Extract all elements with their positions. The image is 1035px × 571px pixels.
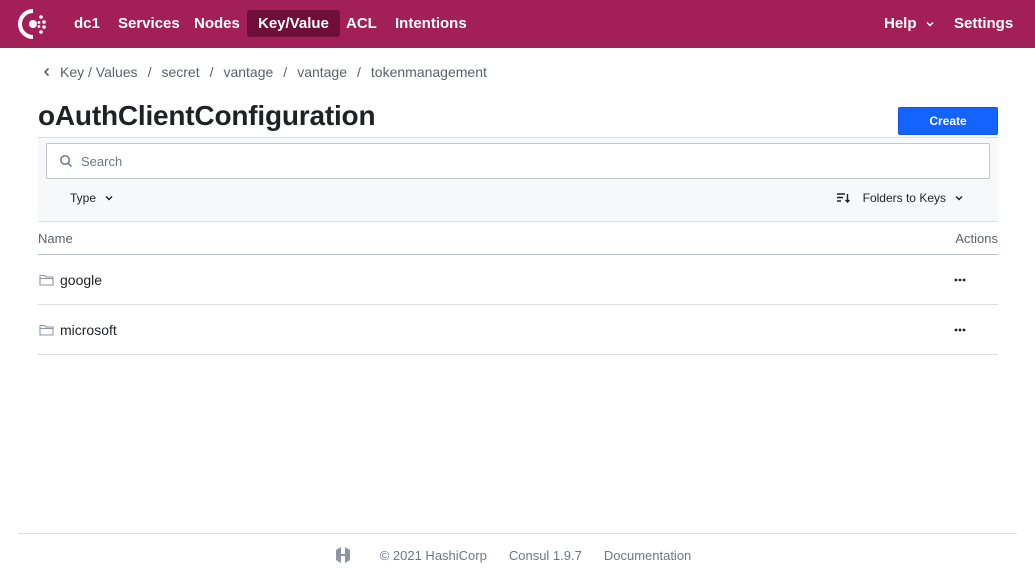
top-navigation: dc1 Services Nodes Key/Value ACL Intenti… — [0, 0, 1035, 48]
breadcrumb-vantage[interactable]: vantage — [223, 64, 273, 80]
search-box — [46, 143, 990, 179]
row-name[interactable]: microsoft — [60, 322, 117, 338]
breadcrumb-vantage-2[interactable]: vantage — [297, 64, 347, 80]
filter-bar: Type Folders to Keys — [38, 137, 998, 221]
datacenter-selector[interactable]: dc1 — [63, 10, 111, 37]
breadcrumb-tokenmanagement[interactable]: tokenmanagement — [371, 64, 487, 80]
more-actions-icon[interactable] — [948, 270, 972, 290]
hashicorp-logo-icon[interactable] — [333, 545, 353, 565]
breadcrumb-separator: / — [283, 64, 288, 80]
search-icon — [60, 155, 73, 168]
kv-table: Name Actions google microsoft — [38, 221, 998, 355]
breadcrumb-separator: / — [147, 64, 152, 80]
breadcrumb-secret[interactable]: secret — [161, 64, 199, 80]
more-actions-icon[interactable] — [948, 320, 972, 340]
footer-divider — [18, 533, 1017, 534]
nav-help-label: Help — [884, 15, 917, 32]
folder-icon — [39, 274, 54, 286]
nav-settings[interactable]: Settings — [943, 10, 1024, 37]
footer-copyright: © 2021 HashiCorp — [379, 547, 487, 563]
chevron-down-icon — [925, 21, 934, 27]
sort-icon — [836, 193, 850, 203]
breadcrumb-separator: / — [209, 64, 214, 80]
footer-documentation-link[interactable]: Documentation — [604, 548, 691, 563]
type-filter-label: Type — [70, 191, 97, 205]
breadcrumb: Key / Values / secret / vantage / vantag… — [42, 62, 487, 82]
breadcrumb-key-values[interactable]: Key / Values — [60, 64, 138, 80]
sort-label: Folders to Keys — [862, 191, 946, 205]
column-header-name: Name — [38, 230, 73, 246]
folder-icon — [39, 324, 54, 336]
table-header: Name Actions — [38, 221, 998, 255]
consul-logo-icon[interactable] — [17, 8, 49, 40]
breadcrumb-separator: / — [357, 64, 361, 80]
nav-nodes[interactable]: Nodes — [183, 10, 251, 37]
search-input[interactable] — [81, 144, 981, 178]
row-name[interactable]: google — [60, 272, 102, 288]
type-filter-dropdown[interactable]: Type — [70, 191, 114, 205]
chevron-down-icon — [955, 195, 963, 201]
page-title: oAuthClientConfiguration — [38, 100, 376, 131]
footer: © 2021 HashiCorp Consul 1.9.7 Documentat… — [0, 544, 1035, 566]
nav-intentions[interactable]: Intentions — [384, 10, 478, 37]
table-row[interactable]: google — [38, 255, 998, 305]
sort-dropdown[interactable]: Folders to Keys — [836, 191, 964, 205]
create-button[interactable]: Create — [898, 107, 998, 135]
column-header-actions: Actions — [955, 230, 998, 246]
chevron-down-icon — [105, 195, 113, 201]
footer-version: Consul 1.9.7 — [508, 547, 582, 563]
table-row[interactable]: microsoft — [38, 305, 998, 355]
chevron-left-icon[interactable] — [42, 66, 52, 78]
nav-help-menu[interactable]: Help — [873, 10, 946, 37]
nav-key-value[interactable]: Key/Value — [247, 10, 340, 37]
nav-services[interactable]: Services — [107, 10, 191, 37]
nav-acl[interactable]: ACL — [335, 10, 388, 37]
